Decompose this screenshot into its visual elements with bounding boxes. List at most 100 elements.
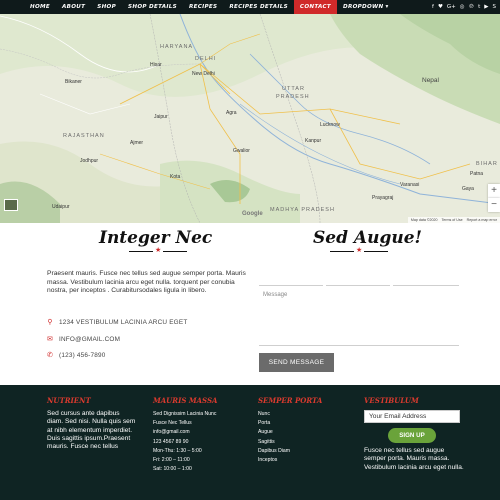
footer-col-nutrient: NUTRIENT Sed cursus ante dapibus diam. S… [47, 396, 137, 451]
facebook-icon[interactable]: f [432, 4, 434, 10]
map-city-kanpur: Kanpur [305, 138, 322, 144]
heading-divider-left: ★ [129, 247, 188, 255]
map-city-kota: Kota [170, 174, 181, 180]
star-icon: ★ [356, 247, 363, 254]
phone-row: ✆ (123) 456-7890 [47, 351, 106, 360]
map-data-text: Map data ©2020 [410, 218, 438, 222]
map-city-patna: Patna [470, 171, 484, 177]
twitter-icon[interactable]: ♥ [438, 4, 443, 10]
contact-paragraph: Praesent mauris. Fusce nec tellus sed au… [47, 270, 246, 295]
map-city-udaipur: Udaipur [52, 204, 70, 210]
youtube-icon[interactable]: ▶ [484, 4, 488, 10]
footer-heading-semper-porta: SEMPER PORTA [258, 396, 323, 405]
contact-info-heading: Integer Nec [99, 228, 213, 248]
map-city-lucknow: Lucknow [320, 122, 340, 128]
list-item: Mon-Thu: 1:30 – 5:00 [153, 447, 202, 454]
nav-item-recipes[interactable]: RECIPES [183, 0, 223, 14]
footer-nutrient-text: Sed cursus ante dapibus diam. Sed nisi. … [47, 410, 136, 451]
footer-link[interactable]: Nunc [258, 410, 348, 419]
list-item: Fusce Nec Tellus [153, 420, 192, 427]
list-item[interactable]: info@gmail.com [153, 428, 248, 437]
nav-item-dropdown[interactable]: DROPDOWN ▾ [337, 0, 395, 14]
footer-link[interactable]: Inceptos [258, 456, 348, 465]
message-field-underline [259, 345, 459, 346]
map-label-haryana: HARYANA [160, 44, 194, 50]
list-item: Sat: 10:00 – 1:00 [153, 466, 192, 473]
google-logo: Google [242, 211, 263, 217]
map-label-nepal: Nepal [422, 77, 439, 84]
address-text: 1234 VESTIBULUM LACINIA ARCU EGET [59, 318, 188, 326]
map-city-agra: Agra [226, 110, 237, 116]
footer-heading-vestibulum: VESTIBULUM [364, 396, 419, 405]
footer: NUTRIENT Sed cursus ante dapibus diam. S… [0, 385, 500, 500]
phone-text: (123) 456-7890 [59, 351, 106, 359]
nav-item-shop[interactable]: SHOP [91, 0, 122, 14]
footer-heading-nutrient: NUTRIENT [47, 396, 91, 405]
newsletter-email-input[interactable]: Your Email Address [364, 410, 460, 423]
keyboard-icon[interactable] [4, 199, 18, 211]
email-field[interactable] [326, 285, 390, 286]
nav-item-recipes-details[interactable]: RECIPES DETAILS [223, 0, 294, 14]
zoom-in-button[interactable]: + [488, 184, 500, 198]
address-row: ⚲ 1234 VESTIBULUM LACINIA ARCU EGET [47, 318, 188, 327]
footer-col-vestibulum: VESTIBULUM Your Email Address SIGN UP Fu… [364, 396, 464, 472]
instagram-icon[interactable]: ◎ [460, 4, 465, 10]
footer-vestibulum-text: Fusce nec tellus sed augue semper porta.… [364, 447, 464, 471]
map-city-hisar: Hisar [150, 62, 162, 68]
footer-heading-mauris-massa: MAURIS MASSA [153, 396, 218, 405]
map-label-bihar: BIHAR [476, 161, 498, 167]
name-field[interactable] [259, 285, 323, 286]
map-city-varanasi: Varanasi [400, 182, 420, 188]
map-city-jaipur: Jaipur [154, 114, 168, 120]
list-item: Sed Dignissim Lacinia Nunc [153, 411, 217, 417]
nav-item-dropdown-label: DROPDOWN [343, 4, 384, 10]
nav-menu: HOME ABOUT SHOP SHOP DETAILS RECIPES REC… [24, 0, 395, 14]
tumblr-icon[interactable]: t [478, 4, 480, 10]
google-plus-icon[interactable]: G+ [447, 4, 456, 10]
email-row: ✉ INFO@GMAIL.COM [47, 335, 120, 344]
subject-field[interactable] [393, 285, 459, 286]
phone-icon: ✆ [47, 352, 54, 359]
list-item: 123 4567 89 90 [153, 438, 189, 445]
nav-item-home[interactable]: HOME [24, 0, 56, 14]
email-text[interactable]: INFO@GMAIL.COM [59, 336, 120, 343]
map-terrain [0, 14, 500, 223]
report-error-link[interactable]: Report a map error [467, 218, 497, 222]
footer-link[interactable]: Porta [258, 419, 348, 428]
send-message-button[interactable]: SEND MESSAGE [259, 353, 334, 372]
pinterest-icon[interactable]: ℗ [469, 4, 475, 10]
map-label-pradesh: PRADESH [276, 94, 310, 100]
google-map[interactable]: HARYANA DELHI UTTAR PRADESH RAJASTHAN BI… [0, 14, 500, 223]
map-city-prayagraj: Prayagraj [372, 195, 394, 201]
footer-link[interactable]: Sagittis [258, 438, 348, 447]
nav-item-contact[interactable]: CONTACT [293, 0, 338, 14]
map-marker-icon: ⚲ [47, 319, 53, 326]
heading-divider-right: ★ [330, 247, 389, 255]
terms-link[interactable]: Terms of Use [441, 218, 462, 222]
map-city-ajmer: Ajmer [130, 140, 144, 146]
nav-item-shop-details[interactable]: SHOP DETAILS [122, 0, 183, 14]
footer-link[interactable]: Dapibus Diam [258, 447, 348, 456]
message-field[interactable]: Message [263, 292, 287, 298]
map-label-delhi: DELHI [195, 56, 217, 62]
top-navbar: HOME ABOUT SHOP SHOP DETAILS RECIPES REC… [0, 0, 500, 14]
map-label-uttar: UTTAR [282, 86, 305, 92]
nav-item-about[interactable]: ABOUT [56, 0, 91, 14]
contact-form-heading: Sed Augue! [313, 228, 422, 248]
map-city-new-delhi: New Delhi [192, 71, 215, 77]
map-attribution: Map data ©2020 Terms of Use Report a map… [407, 217, 500, 223]
envelope-icon: ✉ [47, 336, 54, 343]
sign-up-button[interactable]: SIGN UP [388, 428, 436, 443]
social-links: f ♥ G+ ◎ ℗ t ▶ S [432, 0, 496, 14]
footer-contact-list: Sed Dignissim Lacinia Nunc Fusce Nec Tel… [153, 410, 248, 474]
star-icon: ★ [155, 247, 162, 254]
map-city-gwalior: Gwalior [233, 148, 250, 154]
footer-col-semper-porta: SEMPER PORTA Nunc Porta Augue Sagittis D… [258, 396, 348, 465]
zoom-out-button[interactable]: − [488, 198, 500, 212]
map-city-gaya: Gaya [462, 186, 474, 192]
footer-link[interactable]: Augue [258, 428, 348, 437]
skype-icon[interactable]: S [493, 4, 497, 10]
list-item: Fri: 2:00 – 11:00 [153, 457, 190, 464]
map-city-bikaner: Bikaner [65, 79, 82, 85]
map-city-jodhpur: Jodhpur [80, 158, 99, 164]
